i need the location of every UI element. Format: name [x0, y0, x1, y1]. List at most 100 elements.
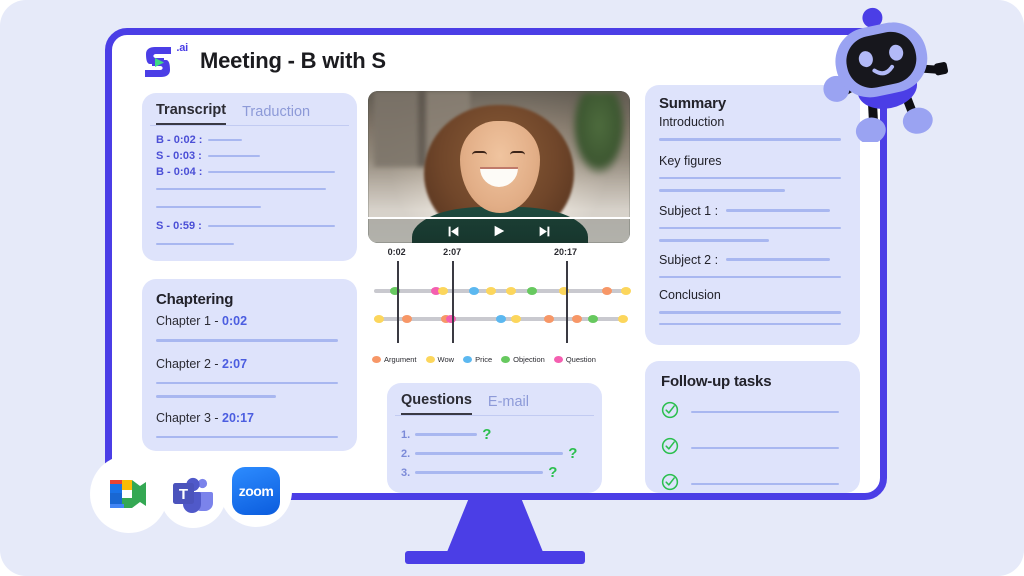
play-icon[interactable] [492, 224, 506, 238]
previous-icon[interactable] [447, 225, 460, 238]
timeline-event-dot[interactable] [445, 315, 456, 323]
summary-block[interactable]: Key figures [645, 154, 860, 168]
followup-text-placeholder [691, 446, 839, 450]
followup-text-placeholder [691, 410, 839, 414]
timeline-event-dot[interactable] [621, 287, 631, 295]
timeline-event-dot[interactable] [438, 287, 449, 295]
timeline-event-dot[interactable] [496, 315, 507, 323]
transcript-line[interactable] [142, 236, 357, 252]
transcript-line[interactable]: S - 0:59 : [142, 216, 357, 236]
google-meet-badge[interactable] [90, 455, 168, 533]
legend-item[interactable]: Argument [372, 355, 417, 364]
followup-task-row[interactable] [645, 466, 860, 494]
transcript-speaker: B - 0:04 : [156, 166, 203, 178]
question-row[interactable]: 1. ? [387, 425, 602, 444]
summary-text-placeholder [659, 176, 841, 179]
question-number: 3. [401, 466, 411, 479]
logo-icon [140, 46, 176, 83]
microsoft-teams-icon: T [173, 477, 213, 513]
zoom-badge[interactable]: zoom [220, 455, 292, 527]
legend-item[interactable]: Question [553, 355, 596, 364]
timeline-marker-line [565, 261, 568, 343]
google-meet-icon [110, 480, 146, 508]
check-circle-icon[interactable] [661, 473, 679, 494]
timeline-track-row-2[interactable] [374, 315, 629, 323]
timeline-track-row-1[interactable] [374, 287, 631, 295]
transcript-line[interactable] [142, 198, 357, 216]
timeline-marker-line [396, 261, 399, 343]
chapter-item[interactable]: Chapter 3 - 20:17 [142, 410, 357, 438]
legend-item[interactable]: Price [463, 355, 492, 364]
timeline-event-dot[interactable] [401, 315, 412, 323]
chapter-item[interactable]: Chapter 2 - 2:07 [142, 357, 357, 398]
app-header: .ai Meeting - B with S [112, 35, 880, 87]
chapter-text-placeholder [156, 435, 338, 438]
timeline-event-dot[interactable] [374, 315, 385, 323]
transcript-line[interactable] [142, 180, 357, 198]
questions-tabs: Questions E-mail [387, 383, 602, 415]
chapter-label: Chapter 3 - 20:17 [156, 410, 254, 425]
monitor-stand-base [405, 551, 585, 564]
transcript-line[interactable]: S - 0:03 : [142, 148, 357, 164]
question-row[interactable]: 3. ? [387, 463, 602, 482]
next-icon[interactable] [538, 225, 551, 238]
followup-title: Follow-up tasks [661, 373, 772, 390]
timeline-event-dot[interactable] [618, 315, 629, 323]
transcript-text-placeholder [156, 205, 261, 209]
legend-color-swatch [425, 356, 435, 363]
timeline-event-dot[interactable] [486, 287, 497, 295]
timeline-marker-line [452, 261, 455, 343]
timeline-event-dot[interactable] [390, 287, 401, 295]
transcript-line[interactable]: B - 0:02 : [142, 132, 357, 148]
timeline-event-dot[interactable] [571, 315, 582, 323]
transcript-line[interactable]: B - 0:04 : [142, 164, 357, 180]
legend-label: Objection [513, 355, 545, 364]
timeline-event-dot[interactable] [506, 287, 517, 295]
svg-text:T: T [179, 486, 188, 503]
microsoft-teams-badge[interactable]: T [160, 462, 226, 528]
timeline-event-dot[interactable] [602, 287, 613, 295]
screenshot-stage: .ai Meeting - B with S Transcript Traduc… [0, 0, 1024, 576]
tab-traduction[interactable]: Traduction [242, 104, 310, 125]
legend-item[interactable]: Wow [425, 355, 455, 364]
question-row[interactable]: 2. ? [387, 444, 602, 463]
chapter-text-placeholder [156, 339, 338, 342]
transcript-text-placeholder [156, 187, 326, 191]
transcript-tabs: Transcript Traduction [142, 93, 357, 125]
timeline-event-dot[interactable] [468, 287, 479, 295]
chapter-item[interactable]: Chapter 1 - 0:02 [142, 314, 357, 342]
question-text-placeholder [415, 433, 478, 436]
question-mark-icon: ? [482, 426, 492, 443]
robot-mascot [812, 2, 962, 144]
summary-block[interactable]: Conclusion [645, 288, 860, 302]
video-person-eye-right [510, 151, 525, 155]
timeline-event-dot[interactable] [544, 315, 555, 323]
question-number: 1. [401, 428, 411, 441]
tab-questions[interactable]: Questions [401, 392, 472, 415]
timeline-event-dot[interactable] [526, 287, 537, 295]
tab-transcript[interactable]: Transcript [156, 102, 227, 125]
summary-block[interactable]: Subject 1 : [645, 204, 860, 218]
timeline-event-dot[interactable] [559, 287, 570, 295]
timeline-event-dot[interactable] [511, 315, 522, 323]
followup-text-placeholder [691, 482, 839, 486]
check-circle-icon[interactable] [661, 437, 679, 460]
followup-tasks-panel: Follow-up tasks [645, 361, 860, 493]
transcript-speaker: S - 0:03 : [156, 150, 202, 162]
video-player[interactable] [368, 91, 630, 243]
summary-line [645, 176, 860, 179]
question-number: 2. [401, 447, 411, 460]
followup-task-row[interactable] [645, 430, 860, 466]
summary-line [645, 226, 860, 229]
zoom-icon: zoom [232, 467, 280, 515]
legend-item[interactable]: Objection [501, 355, 545, 364]
legend-label: Wow [437, 355, 455, 364]
summary-heading: Key figures [659, 153, 722, 168]
timeline-event-dot[interactable] [588, 315, 599, 323]
check-circle-icon[interactable] [661, 401, 679, 424]
summary-line [645, 322, 860, 325]
followup-task-row[interactable] [645, 394, 860, 430]
timeline-tick-label: 2:07 [443, 247, 462, 257]
tab-email[interactable]: E-mail [488, 394, 529, 415]
summary-block[interactable]: Subject 2 : [645, 253, 860, 267]
